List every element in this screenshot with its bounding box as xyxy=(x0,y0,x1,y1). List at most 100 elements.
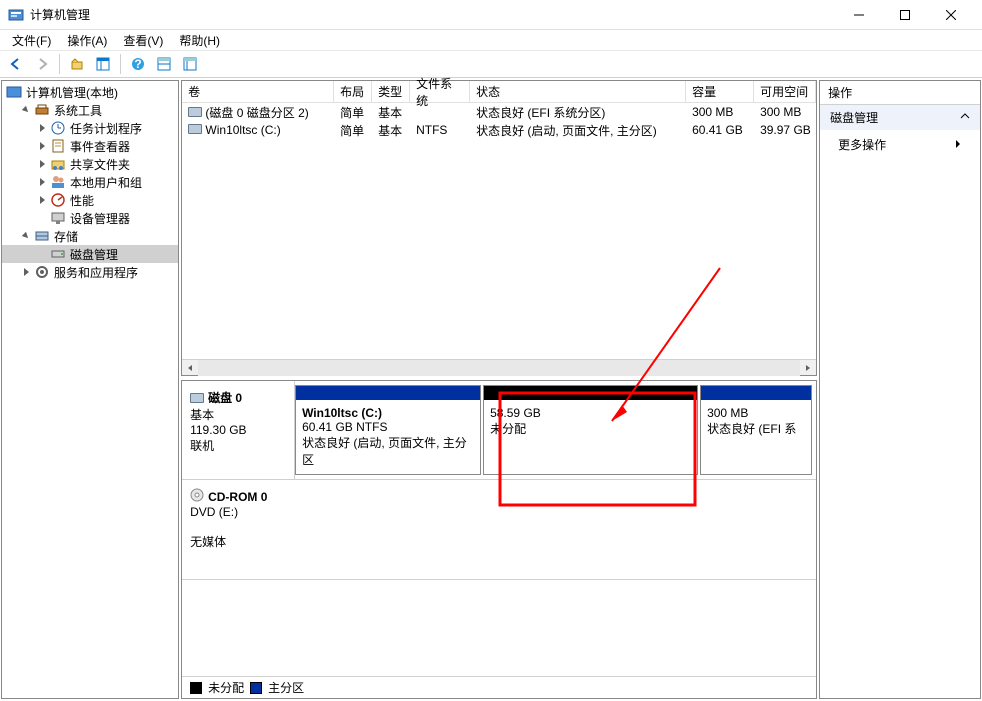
spacer xyxy=(36,248,48,260)
tree-label: 服务和应用程序 xyxy=(54,264,138,281)
volume-row[interactable]: (磁盘 0 磁盘分区 2) 简单 基本 状态良好 (EFI 系统分区) 300 … xyxy=(182,103,816,121)
vol-cap: 300 MB xyxy=(686,104,754,120)
tree-tasksched[interactable]: 任务计划程序 xyxy=(2,119,178,137)
volume-list[interactable]: 卷 布局 类型 文件系统 状态 容量 可用空间 (磁盘 0 磁盘分区 2) 简单… xyxy=(181,80,817,376)
tree-devmgr[interactable]: 设备管理器 xyxy=(2,209,178,227)
view-button[interactable] xyxy=(91,53,115,75)
twisty-icon[interactable] xyxy=(36,194,48,206)
forward-button[interactable] xyxy=(30,53,54,75)
maximize-button[interactable] xyxy=(882,0,928,30)
actions-more-label: 更多操作 xyxy=(838,136,886,153)
vol-fs xyxy=(410,111,470,113)
cdrom-name: CD-ROM 0 xyxy=(208,490,267,504)
menu-view[interactable]: 查看(V) xyxy=(115,30,171,51)
users-icon xyxy=(50,174,66,190)
tree-services[interactable]: 服务和应用程序 xyxy=(2,263,178,281)
menu-help[interactable]: 帮助(H) xyxy=(171,30,228,51)
volume-row[interactable]: Win10ltsc (C:) 简单 基本 NTFS 状态良好 (启动, 页面文件… xyxy=(182,121,816,139)
tree-root[interactable]: 计算机管理(本地) xyxy=(2,83,178,101)
cdrom-state: 无媒体 xyxy=(190,533,287,550)
toolbar-btn-a[interactable] xyxy=(152,53,176,75)
cdrom-row[interactable]: CD-ROM 0 DVD (E:) 无媒体 xyxy=(182,480,816,580)
tree-label: 本地用户和组 xyxy=(70,174,142,191)
scroll-right-icon[interactable] xyxy=(800,360,816,376)
disk-name: 磁盘 0 xyxy=(208,389,242,406)
back-button[interactable] xyxy=(4,53,28,75)
minimize-button[interactable] xyxy=(836,0,882,30)
up-button[interactable] xyxy=(65,53,89,75)
collapse-icon[interactable] xyxy=(960,111,970,125)
actions-group[interactable]: 磁盘管理 xyxy=(820,105,980,130)
tree-perf[interactable]: 性能 xyxy=(2,191,178,209)
part-size: 58.59 GB xyxy=(490,406,691,420)
tree-label: 磁盘管理 xyxy=(70,246,118,263)
event-icon xyxy=(50,138,66,154)
close-button[interactable] xyxy=(928,0,974,30)
part-header-primary xyxy=(296,386,480,400)
help-button[interactable]: ? xyxy=(126,53,150,75)
col-layout[interactable]: 布局 xyxy=(334,81,372,102)
twisty-icon[interactable] xyxy=(36,122,48,134)
task-icon xyxy=(50,120,66,136)
legend-primary-swatch xyxy=(250,682,262,694)
vol-layout: 简单 xyxy=(334,103,372,122)
tree-storage[interactable]: 存储 xyxy=(2,227,178,245)
twisty-open-icon[interactable] xyxy=(20,230,32,242)
tree-diskmgmt[interactable]: 磁盘管理 xyxy=(2,245,178,263)
vol-free: 39.97 GB xyxy=(754,122,816,138)
twisty-icon[interactable] xyxy=(36,158,48,170)
legend-primary-label: 主分区 xyxy=(268,679,304,696)
vol-type: 基本 xyxy=(372,121,410,140)
tree: 计算机管理(本地) 系统工具 任务计划程序 事件查看器 共享文件夹 xyxy=(2,81,178,283)
actions-header: 操作 xyxy=(820,81,980,105)
partition-c[interactable]: Win10ltsc (C:) 60.41 GB NTFS 状态良好 (启动, 页… xyxy=(295,385,481,475)
menu-bar: 文件(F) 操作(A) 查看(V) 帮助(H) xyxy=(0,30,982,50)
col-type[interactable]: 类型 xyxy=(372,81,410,102)
actions-more[interactable]: 更多操作 xyxy=(820,130,980,159)
twisty-open-icon[interactable] xyxy=(20,104,32,116)
scroll-track[interactable] xyxy=(198,360,800,376)
vol-layout: 简单 xyxy=(334,121,372,140)
volume-icon xyxy=(188,124,202,134)
col-capacity[interactable]: 容量 xyxy=(686,81,754,102)
legend-unalloc-swatch xyxy=(190,682,202,694)
col-fs[interactable]: 文件系统 xyxy=(410,81,470,102)
disk-state: 联机 xyxy=(190,437,286,454)
twisty-icon[interactable] xyxy=(36,176,48,188)
part-status: 状态良好 (启动, 页面文件, 主分区 xyxy=(302,434,474,468)
svg-text:?: ? xyxy=(134,57,141,71)
toolbar-btn-b[interactable] xyxy=(178,53,202,75)
vol-fs: NTFS xyxy=(410,122,470,138)
cdrom-info: CD-ROM 0 DVD (E:) 无媒体 xyxy=(182,480,295,579)
twisty-icon[interactable] xyxy=(36,140,48,152)
volume-body: (磁盘 0 磁盘分区 2) 简单 基本 状态良好 (EFI 系统分区) 300 … xyxy=(182,103,816,359)
twisty-icon[interactable] xyxy=(20,266,32,278)
col-free[interactable]: 可用空间 xyxy=(754,81,816,102)
cdrom-drive: DVD (E:) xyxy=(190,505,287,519)
vol-type: 基本 xyxy=(372,103,410,122)
h-scrollbar[interactable] xyxy=(182,359,816,375)
legend-unalloc-label: 未分配 xyxy=(208,679,244,696)
app-icon xyxy=(8,7,24,23)
tree-shared[interactable]: 共享文件夹 xyxy=(2,155,178,173)
menu-file[interactable]: 文件(F) xyxy=(4,30,59,51)
partition-unalloc[interactable]: 58.59 GB 未分配 xyxy=(483,385,698,475)
tree-localusers[interactable]: 本地用户和组 xyxy=(2,173,178,191)
disk-type: 基本 xyxy=(190,406,286,423)
menu-action[interactable]: 操作(A) xyxy=(59,30,115,51)
disk-partitions: Win10ltsc (C:) 60.41 GB NTFS 状态良好 (启动, 页… xyxy=(295,381,816,479)
vol-status: 状态良好 (EFI 系统分区) xyxy=(470,103,686,122)
tree-systools[interactable]: 系统工具 xyxy=(2,101,178,119)
disk-row-0[interactable]: 磁盘 0 基本 119.30 GB 联机 Win10ltsc (C:) 60.4… xyxy=(182,381,816,480)
part-status: 未分配 xyxy=(490,420,691,437)
tree-label: 系统工具 xyxy=(54,102,102,119)
tree-eventv[interactable]: 事件查看器 xyxy=(2,137,178,155)
legend: 未分配 主分区 xyxy=(182,676,816,698)
spacer xyxy=(36,212,48,224)
scroll-left-icon[interactable] xyxy=(182,360,198,376)
col-volume[interactable]: 卷 xyxy=(182,81,334,102)
col-status[interactable]: 状态 xyxy=(470,81,686,102)
partition-efi[interactable]: 300 MB 状态良好 (EFI 系 xyxy=(700,385,812,475)
nav-pane[interactable]: 计算机管理(本地) 系统工具 任务计划程序 事件查看器 共享文件夹 xyxy=(1,80,179,699)
vol-cap: 60.41 GB xyxy=(686,122,754,138)
